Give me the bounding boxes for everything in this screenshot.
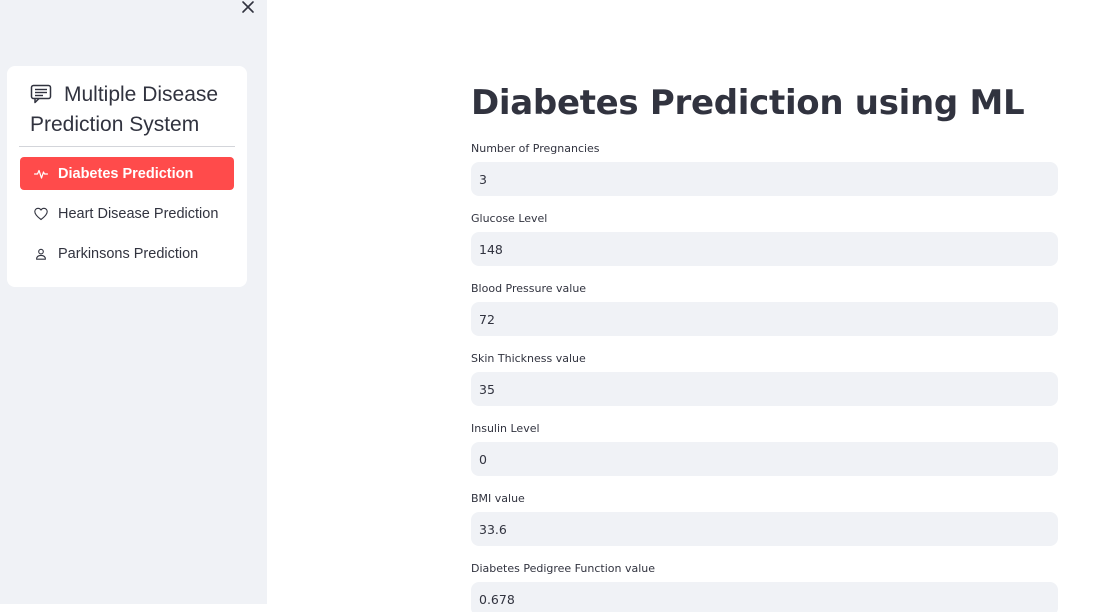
menu-item-diabetes-prediction[interactable]: Diabetes Prediction (20, 157, 234, 190)
bmi-input[interactable] (471, 512, 1058, 546)
glucose-field: Glucose Level (471, 212, 1058, 266)
menu-title-text: Multiple Disease Prediction System (30, 83, 219, 136)
pregnancies-field: Number of Pregnancies (471, 142, 1058, 196)
blood-pressure-field: Blood Pressure value (471, 282, 1058, 336)
menu-item-label: Heart Disease Prediction (58, 205, 219, 222)
bmi-label: BMI value (471, 492, 525, 505)
skin-thickness-input[interactable] (471, 372, 1058, 406)
page-title: Diabetes Prediction using ML (471, 83, 1025, 123)
menu-title: Multiple Disease Prediction System (30, 80, 236, 140)
insulin-field: Insulin Level (471, 422, 1058, 476)
blood-pressure-input[interactable] (471, 302, 1058, 336)
skin-thickness-field: Skin Thickness value (471, 352, 1058, 406)
heart-icon (34, 207, 48, 221)
pedigree-function-field: Diabetes Pedigree Function value (471, 562, 1058, 612)
blood-pressure-label: Blood Pressure value (471, 282, 587, 295)
glucose-label: Glucose Level (471, 212, 548, 225)
menu-divider (19, 146, 235, 147)
insulin-input[interactable] (471, 442, 1058, 476)
menu-item-label: Parkinsons Prediction (58, 245, 199, 262)
pedigree-function-label: Diabetes Pedigree Function value (471, 562, 655, 575)
skin-thickness-label: Skin Thickness value (471, 352, 586, 365)
menu-item-label: Diabetes Prediction (58, 165, 194, 182)
activity-icon (33, 167, 49, 181)
sidebar: Multiple Disease Prediction System Diabe… (0, 0, 267, 604)
close-icon (242, 1, 254, 13)
bmi-field: BMI value (471, 492, 1058, 546)
app: Multiple Disease Prediction System Diabe… (0, 0, 1102, 612)
chat-list-icon (30, 83, 52, 104)
menu-item-heart-disease-prediction[interactable]: Heart Disease Prediction (20, 197, 234, 230)
pregnancies-input[interactable] (471, 162, 1058, 196)
option-menu: Multiple Disease Prediction System Diabe… (7, 66, 247, 287)
person-icon (34, 247, 48, 261)
main-content: Diabetes Prediction using ML Number of P… (267, 0, 1102, 612)
pedigree-function-input[interactable] (471, 582, 1058, 612)
glucose-input[interactable] (471, 232, 1058, 266)
menu-item-parkinsons-prediction[interactable]: Parkinsons Prediction (20, 237, 234, 270)
pregnancies-label: Number of Pregnancies (471, 142, 600, 155)
close-sidebar-button[interactable] (239, 0, 257, 16)
insulin-label: Insulin Level (471, 422, 540, 435)
